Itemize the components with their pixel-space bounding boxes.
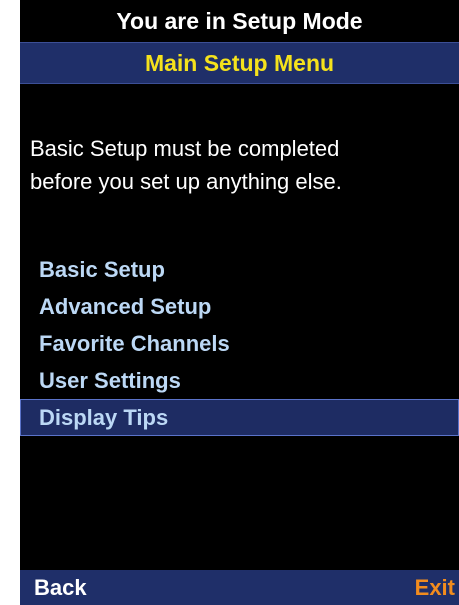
back-button[interactable]: Back bbox=[34, 570, 87, 605]
setup-menu-list: Basic Setup Advanced Setup Favorite Chan… bbox=[20, 251, 459, 436]
menu-item-basic-setup[interactable]: Basic Setup bbox=[20, 251, 459, 288]
menu-item-favorite-channels[interactable]: Favorite Channels bbox=[20, 325, 459, 362]
message-line-2: before you set up anything else. bbox=[30, 169, 342, 194]
softkey-bar: Back Exit bbox=[20, 570, 459, 605]
exit-button[interactable]: Exit bbox=[415, 570, 455, 605]
message-line-1: Basic Setup must be completed bbox=[30, 136, 340, 161]
menu-item-user-settings[interactable]: User Settings bbox=[20, 362, 459, 399]
setup-instruction-message: Basic Setup must be completed before you… bbox=[30, 132, 455, 198]
menu-item-display-tips[interactable]: Display Tips bbox=[20, 399, 459, 436]
menu-item-advanced-setup[interactable]: Advanced Setup bbox=[20, 288, 459, 325]
setup-mode-header: You are in Setup Mode bbox=[116, 8, 363, 34]
menu-title: Main Setup Menu bbox=[20, 42, 459, 84]
setup-screen: You are in Setup Mode Main Setup Menu Ba… bbox=[20, 0, 459, 605]
